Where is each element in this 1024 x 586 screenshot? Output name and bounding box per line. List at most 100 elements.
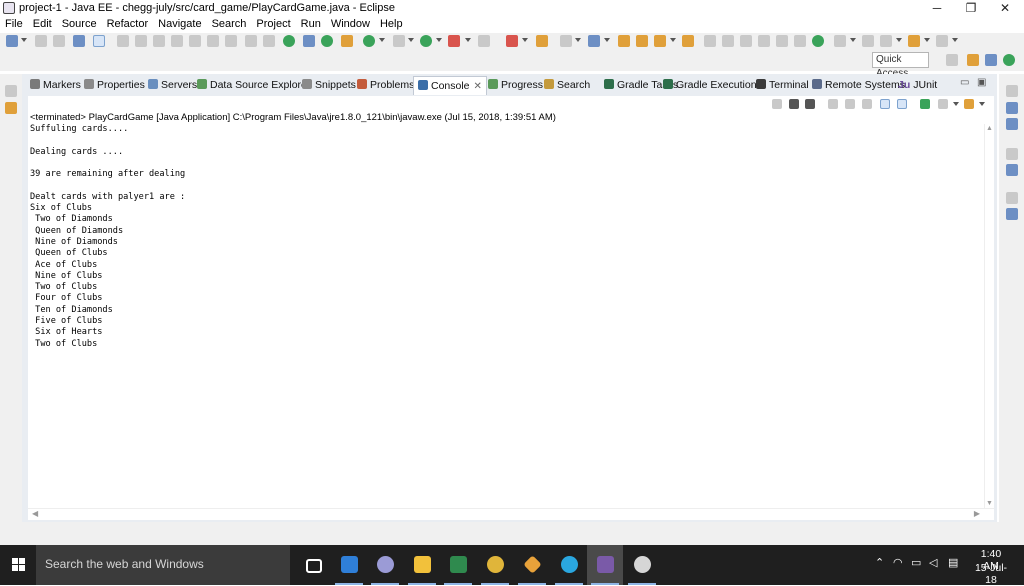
show-console-on-error-icon[interactable] [897, 99, 907, 109]
restore-right-icon[interactable] [1006, 85, 1018, 97]
forward-dropdown-icon[interactable] [952, 38, 958, 42]
toggle-mark-icon[interactable] [93, 35, 105, 47]
close-button[interactable]: ✕ [988, 0, 1022, 17]
coverage-icon[interactable] [478, 35, 490, 47]
show-whitespace-icon[interactable] [794, 35, 806, 47]
build-icon[interactable] [341, 35, 353, 47]
taskbar-excel[interactable] [440, 545, 476, 585]
taskbar-eclipse[interactable] [587, 545, 623, 585]
remove-launch-icon[interactable] [789, 99, 799, 109]
open-perspective-icon[interactable] [946, 54, 958, 66]
tab-problems[interactable]: Problems [357, 76, 414, 95]
last-edit-dropdown-icon[interactable] [896, 38, 902, 42]
scroll-lock-icon[interactable] [845, 99, 855, 109]
project-explorer-icon[interactable] [5, 102, 17, 114]
forward-icon[interactable] [936, 35, 948, 47]
debug-dropdown-icon[interactable] [465, 38, 471, 42]
maximize-view-icon[interactable]: ▣ [977, 77, 986, 88]
debug-icon[interactable] [448, 35, 460, 47]
external-tools-dropdown-icon[interactable] [522, 38, 528, 42]
clear-console-icon[interactable] [828, 99, 838, 109]
run-dropdown-icon[interactable] [436, 38, 442, 42]
new-class-dropdown-icon[interactable] [604, 38, 610, 42]
display-console-dropdown-icon[interactable] [953, 102, 959, 106]
task-icon[interactable] [682, 35, 694, 47]
quick-access-input[interactable]: Quick Access [872, 52, 929, 79]
terminate-console-icon[interactable] [772, 99, 782, 109]
open-console-arrow-icon[interactable] [979, 102, 985, 106]
network-icon[interactable]: ◠ [893, 556, 903, 569]
menu-help[interactable]: Help [375, 17, 408, 32]
scroll-left-icon[interactable]: ◀ [32, 509, 38, 518]
search-file-dropdown-icon[interactable] [670, 38, 676, 42]
tab-markers[interactable]: Markers [30, 76, 81, 95]
battery-icon[interactable]: ▭ [911, 556, 921, 569]
menu-edit[interactable]: Edit [28, 17, 57, 32]
taskbar-file-explorer[interactable] [404, 545, 440, 585]
refresh-icon[interactable] [321, 35, 333, 47]
help-icon[interactable] [1006, 208, 1018, 220]
tab-terminal[interactable]: Terminal [756, 76, 809, 95]
tab-progress[interactable]: Progress [488, 76, 543, 95]
menu-run[interactable]: Run [296, 17, 326, 32]
back-dropdown-icon[interactable] [924, 38, 930, 42]
next-annotation-icon[interactable] [722, 35, 734, 47]
restore-right2-icon[interactable] [1006, 148, 1018, 160]
run-icon[interactable] [420, 35, 432, 47]
action-center-icon[interactable]: ▤ [948, 556, 958, 569]
new-icon[interactable] [6, 35, 18, 47]
menu-source[interactable]: Source [57, 17, 102, 32]
menu-file[interactable]: File [0, 17, 28, 32]
taskbar-git[interactable] [514, 545, 550, 585]
new-java-dropdown-icon[interactable] [379, 38, 385, 42]
open-folder-icon[interactable] [618, 35, 630, 47]
annotation-icon[interactable] [704, 35, 716, 47]
show-hidden-icons-icon[interactable]: ⌃ [875, 556, 884, 569]
open-console-dropdown-icon[interactable] [964, 99, 974, 109]
tab-data-source-explorer[interactable]: Data Source Explorer [197, 76, 310, 95]
outline-icon[interactable] [1006, 102, 1018, 114]
minimize-view-icon[interactable]: ▭ [960, 77, 969, 88]
tab-gradle-executions[interactable]: Gradle Executions [663, 76, 762, 95]
clock-date[interactable]: 15-Jul-18 [970, 562, 1012, 586]
suspend-icon[interactable] [135, 35, 147, 47]
pin-console-icon[interactable] [920, 99, 930, 109]
last-edit-icon[interactable] [880, 35, 892, 47]
open-type-dropdown-icon[interactable] [575, 38, 581, 42]
volume-icon[interactable]: ◁ [929, 556, 937, 569]
taskbar-skype[interactable] [551, 545, 587, 585]
save-all-icon[interactable] [53, 35, 65, 47]
open-project-icon[interactable] [636, 35, 648, 47]
back-icon[interactable] [908, 35, 920, 47]
display-console-icon[interactable] [938, 99, 948, 109]
taskbar-edge[interactable] [331, 545, 367, 585]
close-tab-icon[interactable]: ✕ [474, 81, 482, 92]
menu-project[interactable]: Project [251, 17, 295, 32]
task-list-icon[interactable] [1006, 118, 1018, 130]
tab-remote-systems[interactable]: Remote Systems [812, 76, 905, 95]
taskbar-app-circle[interactable] [367, 545, 403, 585]
menu-refactor[interactable]: Refactor [102, 17, 154, 32]
save-icon[interactable] [35, 35, 47, 47]
show-console-on-output-icon[interactable] [880, 99, 890, 109]
new-dropdown-icon[interactable] [21, 38, 27, 42]
word-wrap-icon[interactable] [862, 99, 872, 109]
disconnect-icon[interactable] [171, 35, 183, 47]
server-start-icon[interactable] [283, 35, 295, 47]
menu-window[interactable]: Window [326, 17, 375, 32]
restore-right3-icon[interactable] [1006, 192, 1018, 204]
menu-search[interactable]: Search [207, 17, 252, 32]
taskbar-search-input[interactable]: Search the web and Windows [36, 545, 290, 585]
open-type-icon[interactable] [560, 35, 572, 47]
toggle-breadcrumb-icon[interactable] [758, 35, 770, 47]
new-class-icon[interactable] [588, 35, 600, 47]
skip-breakpoints-icon[interactable] [303, 35, 315, 47]
palette-icon[interactable] [1006, 164, 1018, 176]
new-java-icon[interactable] [363, 35, 375, 47]
open-console-icon[interactable] [73, 35, 85, 47]
external-tools-icon[interactable] [506, 35, 518, 47]
tab-servers[interactable]: Servers [148, 76, 197, 95]
scroll-up-icon[interactable]: ▲ [986, 125, 993, 132]
maximize-button[interactable]: ❐ [954, 0, 988, 17]
scroll-right-icon[interactable]: ▶ [974, 509, 980, 518]
